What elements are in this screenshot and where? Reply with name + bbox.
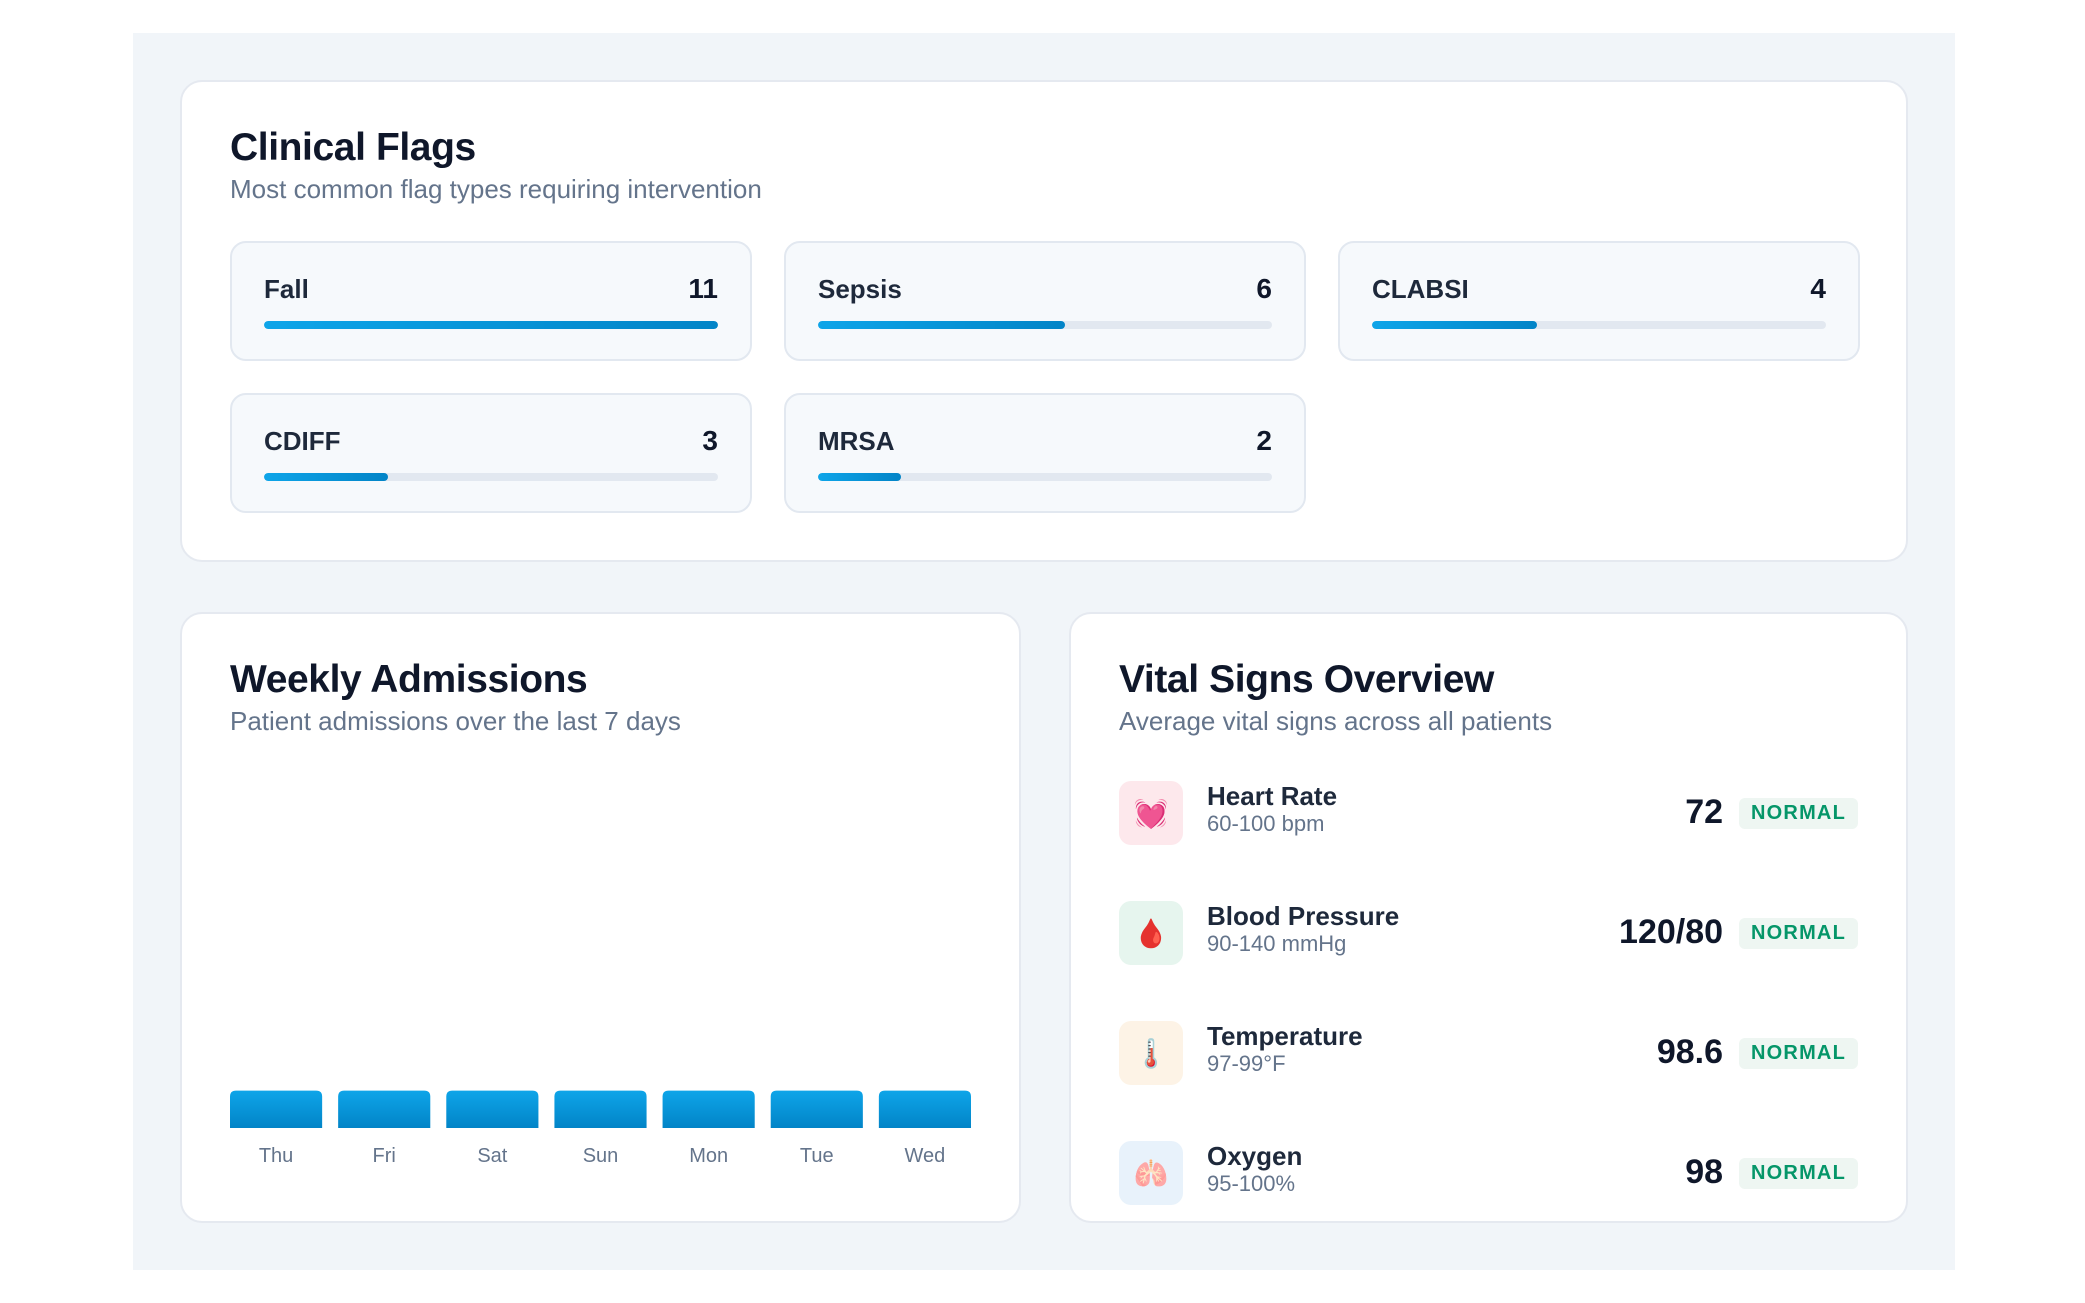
vital-signs-title: Vital Signs Overview	[1119, 658, 1494, 701]
vital-row-temperature[interactable]: 🌡️ Temperature 97-99°F 98.6 NORMAL	[1119, 1021, 1858, 1141]
x-tick-label: Tue	[800, 1145, 834, 1167]
flag-count: 3	[702, 425, 718, 456]
vital-row-oxygen[interactable]: 🫁 Oxygen 95-100% 98 NORMAL	[1119, 1141, 1858, 1221]
flag-tile-sepsis[interactable]: Sepsis 6	[784, 241, 1306, 361]
flag-progress-fill	[1372, 321, 1538, 329]
admissions-bar-chart: Thu Fri Sat Sun Mon Tue Wed	[230, 1090, 971, 1167]
flag-count: 6	[1256, 273, 1272, 304]
vital-row-heart-rate[interactable]: 💓 Heart Rate 60-100 bpm 72 NORMAL	[1119, 781, 1858, 901]
vital-value: 72	[1685, 793, 1724, 831]
flag-count: 11	[688, 273, 718, 304]
status-badge: NORMAL	[1739, 798, 1858, 829]
flag-progress-track	[264, 321, 718, 329]
flag-progress-fill	[264, 473, 388, 481]
status-badge: NORMAL	[1739, 918, 1858, 949]
flag-progress-track	[1372, 321, 1826, 329]
vital-range: 95-100%	[1207, 1171, 1296, 1196]
flag-tile-mrsa[interactable]: MRSA 2	[784, 393, 1306, 513]
clinical-flags-title: Clinical Flags	[230, 126, 476, 169]
vital-signs-list: 💓 Heart Rate 60-100 bpm 72 NORMAL 🩸 Bloo…	[1119, 781, 1858, 1221]
x-tick-label: Wed	[905, 1145, 946, 1167]
flag-label: Sepsis	[818, 273, 902, 304]
x-tick-label: Sun	[583, 1145, 619, 1167]
vital-row-blood-pressure[interactable]: 🩸 Blood Pressure 90-140 mmHg 120/80 NORM…	[1119, 901, 1858, 1021]
vital-signs-subtitle: Average vital signs across all patients	[1119, 706, 1553, 736]
flag-tile-fall[interactable]: Fall 11	[230, 241, 752, 361]
heart-icon: 💓	[1119, 781, 1183, 845]
x-tick-label: Mon	[689, 1145, 728, 1167]
vital-range: 90-140 mmHg	[1207, 931, 1347, 956]
vital-name: Heart Rate	[1207, 781, 1338, 811]
flag-tile-clabsi[interactable]: CLABSI 4	[1338, 241, 1860, 361]
x-tick-label: Fri	[373, 1145, 396, 1167]
flag-progress-track	[818, 321, 1272, 329]
vital-value: 98	[1685, 1153, 1724, 1191]
admissions-bar-tue[interactable]	[770, 1090, 863, 1128]
admissions-bar-thu[interactable]	[230, 1090, 323, 1128]
admissions-bar-fri[interactable]	[338, 1090, 431, 1128]
x-tick-label: Sat	[477, 1145, 507, 1167]
flag-progress-track	[818, 473, 1272, 481]
flag-count: 2	[1256, 425, 1272, 456]
vital-name: Temperature	[1207, 1021, 1363, 1051]
flag-progress-fill	[818, 321, 1066, 329]
clinical-flags-card: Clinical Flags Most common flag types re…	[180, 80, 1908, 562]
admissions-bar-sun[interactable]	[554, 1090, 647, 1128]
flag-label: CLABSI	[1372, 273, 1469, 304]
admissions-chart: Thu Fri Sat Sun Mon Tue Wed	[230, 754, 971, 1168]
vital-value: 120/80	[1619, 913, 1724, 951]
weekly-admissions-title: Weekly Admissions	[230, 658, 588, 701]
flag-progress-fill	[264, 321, 718, 329]
clinical-flags-subtitle: Most common flag types requiring interve…	[230, 174, 762, 204]
weekly-admissions-card: Weekly Admissions Patient admissions ove…	[180, 612, 1021, 1223]
flags-grid: Fall 11 Sepsis 6 CLABSI 4 CDIFF 3 MRSA 2	[230, 241, 1860, 513]
blood-drop-icon: 🩸	[1119, 901, 1183, 965]
flag-label: MRSA	[818, 425, 895, 456]
vital-name: Oxygen	[1207, 1141, 1303, 1171]
lungs-icon: 🫁	[1119, 1141, 1183, 1205]
flag-progress-track	[264, 473, 718, 481]
flag-tile-cdiff[interactable]: CDIFF 3	[230, 393, 752, 513]
dashboard-canvas: Clinical Flags Most common flag types re…	[133, 33, 1955, 1270]
thermometer-icon: 🌡️	[1119, 1021, 1183, 1085]
vital-value: 98.6	[1656, 1033, 1724, 1071]
weekly-admissions-subtitle: Patient admissions over the last 7 days	[230, 706, 681, 736]
x-tick-label: Thu	[259, 1145, 293, 1167]
vital-range: 97-99°F	[1207, 1051, 1286, 1076]
admissions-bar-mon[interactable]	[662, 1090, 755, 1128]
admissions-bar-sat[interactable]	[446, 1090, 539, 1128]
vital-range: 60-100 bpm	[1207, 811, 1325, 836]
flag-progress-fill	[818, 473, 901, 481]
vital-signs-card: Vital Signs Overview Average vital signs…	[1069, 612, 1908, 1223]
flag-count: 4	[1810, 273, 1826, 304]
flag-label: CDIFF	[264, 425, 341, 456]
status-badge: NORMAL	[1739, 1158, 1858, 1189]
admissions-bar-wed[interactable]	[878, 1090, 971, 1128]
status-badge: NORMAL	[1739, 1038, 1858, 1069]
vital-name: Blood Pressure	[1207, 901, 1400, 931]
flag-label: Fall	[264, 273, 309, 304]
